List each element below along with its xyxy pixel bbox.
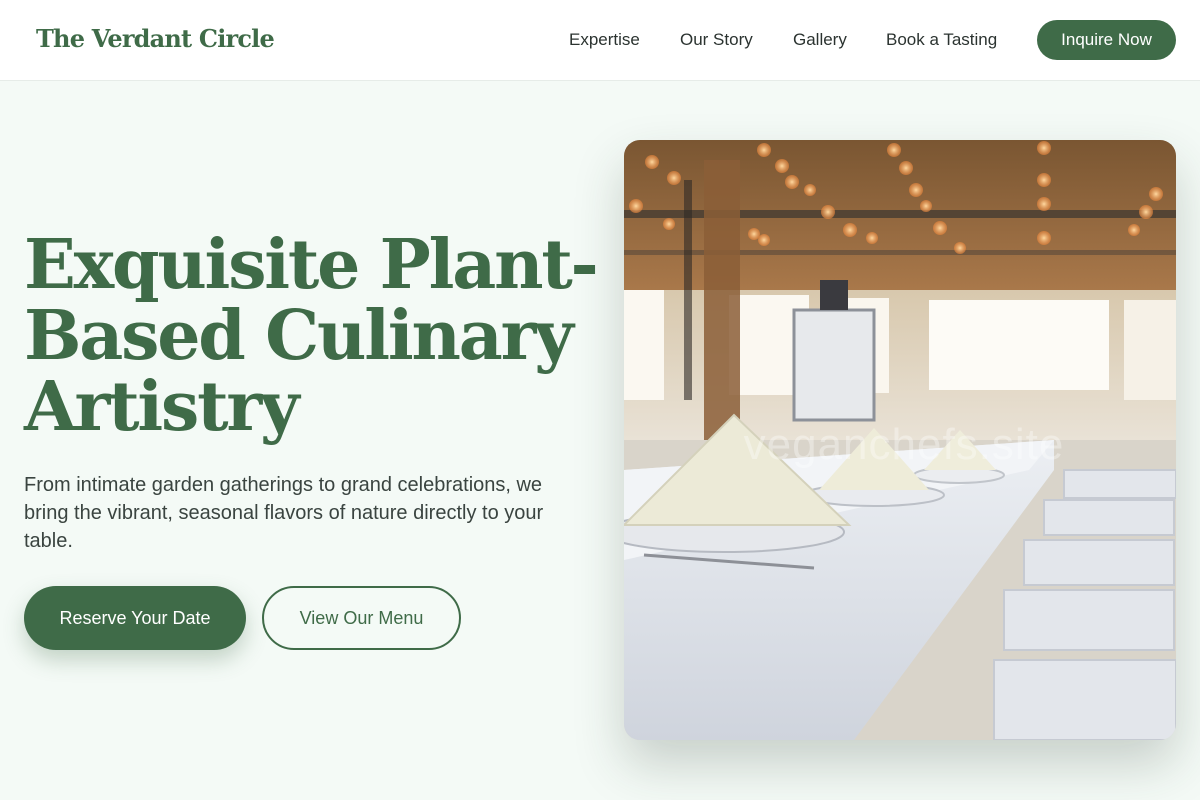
hero-description: From intimate garden gatherings to grand…	[24, 474, 544, 552]
site-header: The Verdant Circle Expertise Our Story G…	[0, 0, 1200, 81]
hero-title-line-1: Exquisite Plant-	[24, 225, 599, 305]
reserve-date-button[interactable]: Reserve Your Date	[24, 586, 246, 650]
inquire-now-button[interactable]: Inquire Now	[1037, 20, 1176, 60]
nav-gallery[interactable]: Gallery	[793, 30, 847, 50]
brand-logo[interactable]: The Verdant Circle	[36, 24, 275, 53]
image-watermark: veganchefs.site	[743, 420, 1065, 469]
nav-expertise[interactable]: Expertise	[569, 30, 640, 50]
banquet-table-photo: veganchefs.site	[624, 140, 1176, 740]
nav-our-story[interactable]: Our Story	[680, 30, 753, 50]
hero-title-line-2: Based Culinary	[24, 296, 574, 376]
hero-title-line-3: Artistry	[24, 367, 299, 447]
view-menu-button[interactable]: View Our Menu	[262, 586, 461, 650]
nav-book-tasting[interactable]: Book a Tasting	[886, 30, 997, 50]
hero-title: Exquisite Plant- Based Culinary Artistry	[24, 230, 604, 443]
